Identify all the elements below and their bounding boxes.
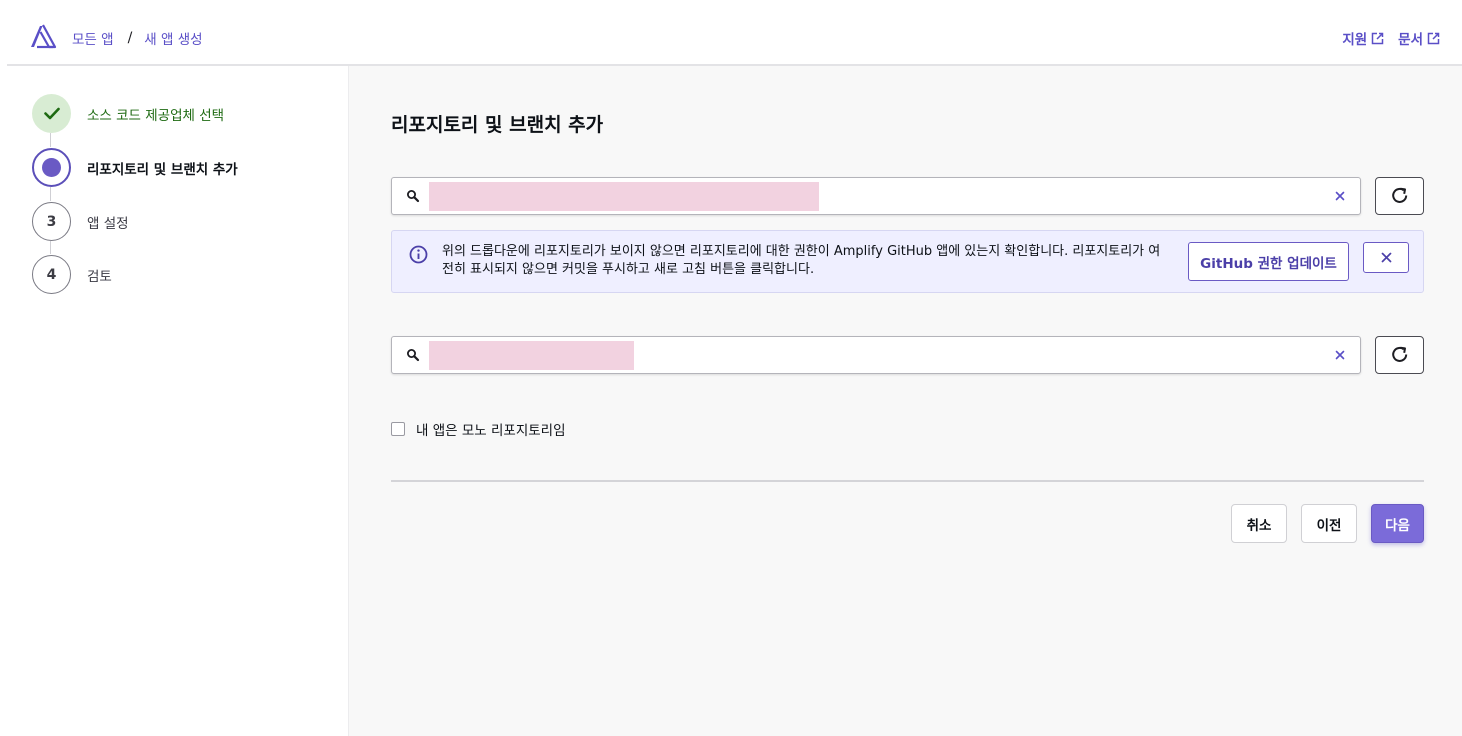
breadcrumb-separator: / <box>127 30 133 46</box>
refresh-repositories-button[interactable] <box>1375 177 1424 215</box>
step-app-settings[interactable]: 3 앱 설정 <box>32 202 129 241</box>
step-number: 4 <box>32 255 71 294</box>
step-connector <box>50 187 51 201</box>
breadcrumb-all-apps[interactable]: 모든 앱 <box>72 28 114 48</box>
wizard-steps-sidebar: 소스 코드 제공업체 선택 리포지토리 및 브랜치 추가 3 앱 설정 4 검토 <box>0 66 349 736</box>
amplify-logo-icon[interactable] <box>29 24 57 49</box>
step-done-indicator <box>32 94 71 133</box>
refresh-branches-button[interactable] <box>1375 336 1424 374</box>
main-content: 리포지토리 및 브랜치 추가 위의 드롭다운에 리포지토리가 보이지 않으면 리… <box>349 66 1462 736</box>
monorepo-option[interactable]: 내 앱은 모노 리포지토리임 <box>391 419 566 439</box>
info-icon <box>409 245 428 264</box>
docs-link-label: 문서 <box>1398 32 1423 48</box>
step-source-provider[interactable]: 소스 코드 제공업체 선택 <box>32 94 224 133</box>
close-icon <box>1381 252 1391 263</box>
footer-divider <box>391 480 1424 482</box>
search-icon <box>407 190 420 203</box>
checkmark-icon <box>43 107 60 120</box>
step-connector <box>50 241 51 254</box>
step-current-indicator <box>32 148 71 187</box>
top-navigation-bar: 모든 앱 / 새 앱 생성 지원 문서 <box>0 0 1462 66</box>
next-button[interactable]: 다음 <box>1371 504 1424 543</box>
search-icon <box>407 349 420 362</box>
clear-icon[interactable] <box>1334 349 1346 361</box>
top-links: 지원 문서 <box>1342 28 1440 48</box>
branch-select[interactable] <box>391 336 1361 374</box>
cancel-button[interactable]: 취소 <box>1231 504 1287 543</box>
clear-icon[interactable] <box>1334 190 1346 202</box>
monorepo-label: 내 앱은 모노 리포지토리임 <box>416 423 566 439</box>
refresh-icon <box>1391 346 1407 362</box>
support-link-label: 지원 <box>1342 32 1368 48</box>
info-alert: 위의 드롭다운에 리포지토리가 보이지 않으면 리포지토리에 대한 권한이 Am… <box>391 230 1424 293</box>
external-link-icon <box>1427 32 1440 44</box>
current-step-dot <box>42 158 61 177</box>
support-link[interactable]: 지원 <box>1342 28 1384 48</box>
external-link-icon <box>1371 32 1384 44</box>
breadcrumb-create-app[interactable]: 새 앱 생성 <box>144 28 202 48</box>
branch-search-input[interactable] <box>429 341 634 370</box>
alert-message: 위의 드롭다운에 리포지토리가 보이지 않으면 리포지토리에 대한 권한이 Am… <box>442 244 1161 277</box>
step-add-repo-branch[interactable]: 리포지토리 및 브랜치 추가 <box>32 148 238 187</box>
breadcrumb: 모든 앱 / 새 앱 생성 <box>72 28 203 48</box>
repository-select[interactable] <box>391 177 1361 215</box>
step-label: 리포지토리 및 브랜치 추가 <box>87 161 238 178</box>
step-label: 소스 코드 제공업체 선택 <box>87 107 225 124</box>
update-github-permissions-button[interactable]: GitHub 권한 업데이트 <box>1188 242 1349 281</box>
step-review[interactable]: 4 검토 <box>32 255 112 294</box>
previous-button[interactable]: 이전 <box>1301 504 1357 543</box>
step-label: 검토 <box>87 268 112 285</box>
monorepo-checkbox[interactable] <box>391 422 405 436</box>
dismiss-alert-button[interactable] <box>1363 242 1409 273</box>
step-connector <box>50 133 51 147</box>
repository-search-input[interactable] <box>429 182 819 211</box>
step-label: 앱 설정 <box>87 215 129 232</box>
step-number: 3 <box>32 202 71 241</box>
refresh-icon <box>1391 187 1407 203</box>
page-title: 리포지토리 및 브랜치 추가 <box>391 114 604 136</box>
docs-link[interactable]: 문서 <box>1398 28 1440 48</box>
